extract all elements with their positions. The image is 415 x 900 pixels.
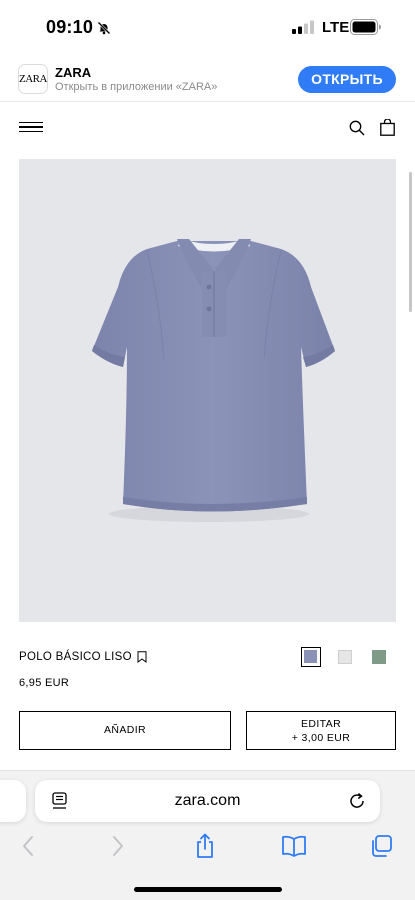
url-text[interactable]: zara.com xyxy=(35,792,380,810)
add-button-label: AÑADIR xyxy=(103,724,147,736)
add-to-cart-button[interactable]: AÑADIR xyxy=(19,711,231,750)
app-logo: ZARA xyxy=(18,64,48,94)
status-time: 09:10 xyxy=(46,17,94,37)
product-name[interactable]: POLO BÁSICO LISO xyxy=(19,651,132,663)
home-indicator[interactable] xyxy=(134,887,282,892)
status-bar: 09:10 LTE xyxy=(0,0,415,56)
product-image[interactable] xyxy=(19,159,396,622)
search-icon[interactable] xyxy=(349,120,365,136)
edit-button-label: EDITAR xyxy=(300,718,342,730)
open-app-button[interactable]: ОТКРЫТЬ xyxy=(298,66,396,93)
bookmark-icon[interactable] xyxy=(137,651,147,663)
shopping-bag-icon[interactable] xyxy=(380,119,395,136)
app-name: ZARA xyxy=(55,65,92,80)
app-subtitle: Открыть в приложении «ZARA» xyxy=(55,81,218,93)
tabs-icon[interactable] xyxy=(369,833,393,859)
share-icon[interactable] xyxy=(194,833,216,859)
app-banner: ZARA ZARA Открыть в приложении «ZARA» ОТ… xyxy=(0,56,415,102)
signal-icon xyxy=(292,20,314,34)
color-swatch-white[interactable] xyxy=(335,647,355,667)
edit-button-price: + 3,00 EUR xyxy=(291,732,351,744)
battery-icon xyxy=(350,19,381,35)
reload-icon[interactable] xyxy=(348,792,366,810)
previous-tab-peek[interactable] xyxy=(0,780,26,822)
product-price: 6,95 EUR xyxy=(19,677,70,689)
bookmarks-icon[interactable] xyxy=(281,833,307,859)
polo-shirt-illustration xyxy=(92,239,335,522)
color-swatch-green[interactable] xyxy=(369,647,389,667)
menu-icon[interactable] xyxy=(19,122,43,132)
site-header xyxy=(0,102,415,154)
color-swatch-blue[interactable] xyxy=(301,647,321,667)
network-label: LTE xyxy=(322,19,350,36)
browser-toolbar-area: zara.com xyxy=(0,770,415,900)
bell-slash-icon xyxy=(97,21,111,35)
page-scrollbar[interactable] xyxy=(409,172,412,312)
address-bar[interactable]: zara.com xyxy=(35,780,380,822)
forward-icon[interactable] xyxy=(110,833,126,859)
edit-button[interactable]: EDITAR + 3,00 EUR xyxy=(246,711,396,750)
back-icon[interactable] xyxy=(20,833,36,859)
